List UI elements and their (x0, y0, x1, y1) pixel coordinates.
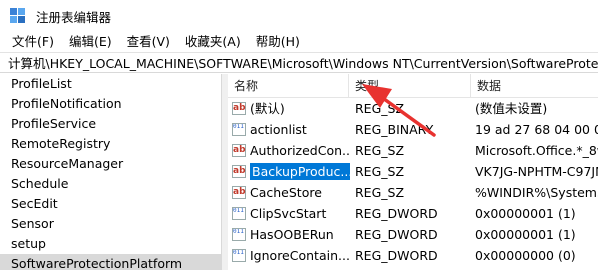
tree-item[interactable]: SecEdit (0, 194, 221, 214)
menu-edit[interactable]: 编辑(E) (61, 32, 119, 52)
binary-value-icon: 011 110 (232, 249, 246, 262)
value-list[interactable]: 名称 类型 数据 ab (默认) REG_SZ (数值未设置) 011 110 actio… (228, 74, 598, 270)
tree-item[interactable]: ResourceManager (0, 154, 221, 174)
tree-item[interactable]: RemoteRegistry (0, 134, 221, 154)
menu-favorites[interactable]: 收藏夹(A) (177, 32, 248, 52)
menu-help[interactable]: 帮助(H) (248, 32, 307, 52)
address-bar[interactable]: 计算机\HKEY_LOCAL_MACHINE\SOFTWARE\Microsof… (0, 52, 598, 73)
value-data: Microsoft.Office.*_8w (475, 143, 598, 158)
value-data: 19 ad 27 68 04 00 00 (475, 122, 598, 137)
value-data: %WINDIR%\System3 (475, 185, 598, 200)
value-name: IgnoreContain... (250, 248, 350, 263)
tree-item[interactable]: ProfileNotification (0, 94, 221, 114)
binary-value-icon: 011 110 (232, 228, 246, 241)
value-type: REG_SZ (355, 164, 405, 179)
value-data: 0x00000001 (1) (475, 227, 576, 242)
value-name: CacheStore (250, 185, 322, 200)
window-title: 注册表编辑器 (36, 9, 112, 25)
tree-item[interactable]: ProfileList (0, 74, 221, 94)
value-name: AuthorizedCon... (250, 143, 350, 158)
column-header-type[interactable]: 类型 (348, 74, 468, 98)
key-tree[interactable]: ProfileList ProfileNotification ProfileS… (0, 74, 222, 270)
value-type: REG_SZ (355, 143, 405, 158)
value-name: actionlist (250, 122, 307, 137)
string-value-icon: ab (232, 186, 246, 199)
string-value-icon: ab (232, 165, 246, 178)
value-data: (数值未设置) (475, 101, 548, 116)
binary-value-icon: 011 110 (232, 123, 246, 136)
tree-item[interactable]: Schedule (0, 174, 221, 194)
table-row[interactable]: ab CacheStore REG_SZ %WINDIR%\System3 (228, 182, 598, 203)
tree-item[interactable]: setup (0, 234, 221, 254)
value-data: VK7JG-NPHTM-C97JM (475, 164, 598, 179)
title-bar: 注册表编辑器 (0, 0, 598, 32)
value-type: REG_DWORD (355, 206, 438, 221)
tree-item[interactable]: ProfileService (0, 114, 221, 134)
menu-bar: 文件(F) 编辑(E) 查看(V) 收藏夹(A) 帮助(H) (0, 32, 598, 52)
binary-value-icon: 011 110 (232, 207, 246, 220)
list-header: 名称 类型 数据 (228, 74, 598, 98)
table-row[interactable]: ab AuthorizedCon... REG_SZ Microsoft.Office… (228, 140, 598, 161)
string-value-icon: ab (232, 102, 246, 115)
value-name: ClipSvcStart (250, 206, 327, 221)
menu-view[interactable]: 查看(V) (119, 32, 177, 52)
value-name: (默认) (250, 101, 285, 116)
value-name: BackupProduc... (248, 162, 350, 181)
tree-item-selected[interactable]: SoftwareProtectionPlatform (0, 254, 221, 270)
value-name-cell[interactable]: ab BackupProduc... (232, 161, 350, 182)
value-name-cell[interactable]: ab CacheStore (232, 182, 350, 203)
table-row[interactable]: 011 110 IgnoreContain... REG_DWORD 0x000000… (228, 245, 598, 266)
column-header-name[interactable]: 名称 (228, 74, 346, 98)
value-name-cell[interactable]: ab AuthorizedCon... (232, 140, 350, 161)
value-data: 0x00000001 (1) (475, 206, 576, 221)
table-row[interactable]: ab BackupProduc... REG_SZ VK7JG-NPHTM-C97JM (228, 161, 598, 182)
list-rows: ab (默认) REG_SZ (数值未设置) 011 110 actionlist REG_… (228, 98, 598, 266)
value-name: HasOOBERun (250, 227, 334, 242)
column-header-data[interactable]: 数据 (470, 74, 598, 98)
value-type: REG_SZ (355, 101, 405, 116)
table-row[interactable]: 011 110 actionlist REG_BINARY 19 ad 27 68 0… (228, 119, 598, 140)
table-row[interactable]: 011 110 ClipSvcStart REG_DWORD 0x00000001 (… (228, 203, 598, 224)
tree-item[interactable]: Sensor (0, 214, 221, 234)
value-type: REG_SZ (355, 185, 405, 200)
menu-file[interactable]: 文件(F) (0, 32, 61, 52)
value-name-cell[interactable]: 011 110 IgnoreContain... (232, 245, 350, 266)
address-path[interactable]: 计算机\HKEY_LOCAL_MACHINE\SOFTWARE\Microsof… (8, 53, 598, 72)
value-data: 0x00000000 (0) (475, 248, 576, 263)
value-name-cell[interactable]: 011 110 HasOOBERun (232, 224, 350, 245)
value-type: REG_DWORD (355, 227, 438, 242)
value-type: REG_BINARY (355, 122, 434, 137)
value-type: REG_DWORD (355, 248, 438, 263)
value-name-cell[interactable]: ab (默认) (232, 98, 350, 119)
table-row[interactable]: ab (默认) REG_SZ (数值未设置) (228, 98, 598, 119)
value-name-cell[interactable]: 011 110 actionlist (232, 119, 350, 140)
value-name-cell[interactable]: 011 110 ClipSvcStart (232, 203, 350, 224)
table-row[interactable]: 011 110 HasOOBERun REG_DWORD 0x00000001 (1) (228, 224, 598, 245)
string-value-icon: ab (232, 144, 246, 157)
registry-icon (10, 8, 26, 24)
